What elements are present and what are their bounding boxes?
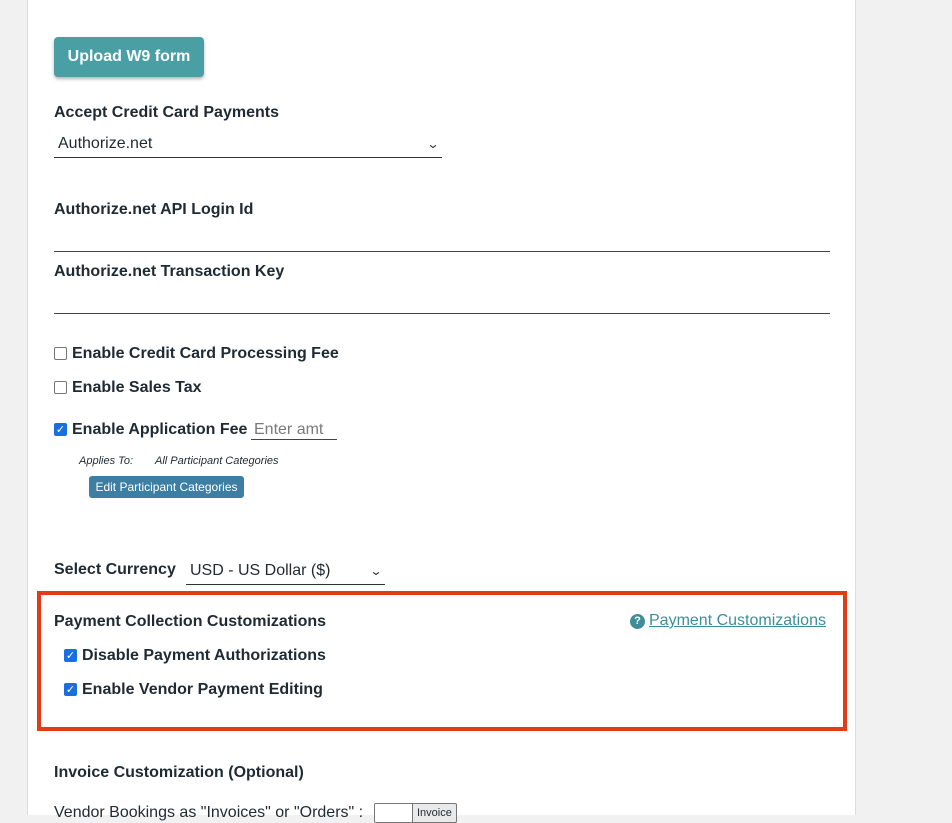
processing-fee-checkbox[interactable] <box>54 347 67 360</box>
question-circle-icon: ? <box>630 613 645 629</box>
application-fee-input[interactable]: Enter amt <box>251 421 337 440</box>
currency-select[interactable]: USD - US Dollar ($) ⌄ <box>186 557 385 585</box>
toggle-knob <box>375 804 413 822</box>
payment-collection-title: Payment Collection Customizations <box>54 613 327 630</box>
payment-customizations-link-text: Payment Customizations <box>649 612 826 629</box>
vendor-editing-checkbox[interactable]: ✓ <box>64 683 77 696</box>
upload-w9-button[interactable]: Upload W9 form <box>54 37 204 77</box>
disable-authorizations-label: Disable Payment Authorizations <box>82 647 326 664</box>
credit-card-select[interactable]: Authorize.net ⌄ <box>54 131 442 158</box>
sales-tax-label: Enable Sales Tax <box>72 379 202 396</box>
sales-tax-checkbox[interactable] <box>54 381 67 394</box>
applies-to-label: Applies To: <box>79 455 134 467</box>
settings-panel: Upload W9 form Accept Credit Card Paymen… <box>27 0 856 823</box>
processing-fee-label: Enable Credit Card Processing Fee <box>72 345 339 362</box>
disable-authorizations-checkbox[interactable]: ✓ <box>64 649 77 662</box>
invoice-order-toggle[interactable]: Invoice <box>374 803 457 823</box>
credit-card-label: Accept Credit Card Payments <box>54 104 279 121</box>
applies-to-value: All Participant Categories <box>155 455 279 467</box>
currency-label: Select Currency <box>54 561 176 578</box>
edit-participant-categories-button[interactable]: Edit Participant Categories <box>89 476 244 498</box>
application-fee-checkbox[interactable]: ✓ <box>54 423 67 436</box>
chevron-down-icon: ⌄ <box>369 563 383 578</box>
payment-customizations-link[interactable]: ? Payment Customizations <box>630 612 826 630</box>
application-fee-label: Enable Application Fee <box>72 421 248 438</box>
transaction-key-underline <box>54 313 830 314</box>
invoice-title: Invoice Customization (Optional) <box>54 764 304 781</box>
chevron-down-icon: ⌄ <box>426 137 440 151</box>
vendor-bookings-label: Vendor Bookings as "Invoices" or "Orders… <box>54 804 364 821</box>
api-login-label: Authorize.net API Login Id <box>54 201 254 218</box>
transaction-key-label: Authorize.net Transaction Key <box>54 263 285 280</box>
credit-card-select-value: Authorize.net <box>58 135 153 152</box>
transaction-key-input[interactable] <box>54 290 830 314</box>
api-login-underline <box>54 251 830 252</box>
api-login-input[interactable] <box>54 228 830 252</box>
toggle-value: Invoice <box>417 807 452 819</box>
currency-select-value: USD - US Dollar ($) <box>190 561 331 579</box>
vendor-editing-label: Enable Vendor Payment Editing <box>82 681 323 698</box>
